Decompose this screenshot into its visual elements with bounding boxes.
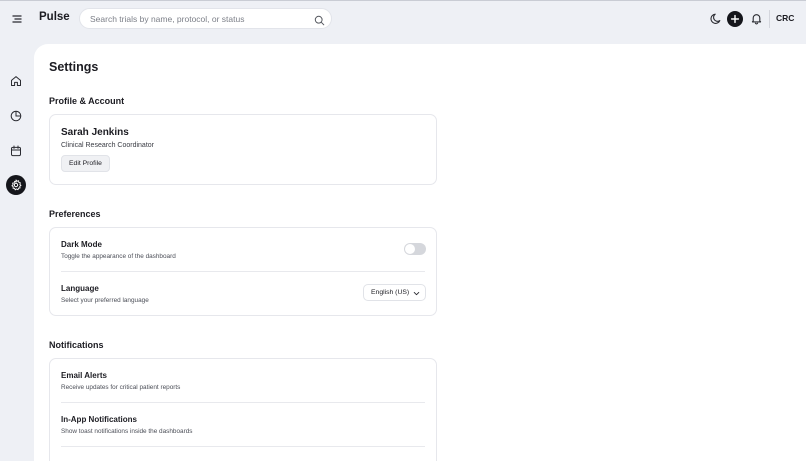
nav-item-calendar[interactable] — [6, 141, 26, 161]
in-app-notifications-description: Show toast notifications inside the dash… — [61, 428, 193, 435]
dark-mode-toggle[interactable] — [404, 243, 426, 255]
email-alerts-description: Receive updates for critical patient rep… — [61, 384, 181, 391]
profile-name: Sarah Jenkins — [61, 127, 129, 138]
language-title: Language — [61, 284, 99, 293]
section-title-profile: Profile & Account — [49, 96, 125, 106]
row-divider — [61, 402, 425, 403]
language-description: Select your preferred language — [61, 297, 149, 304]
section-title-preferences: Preferences — [49, 209, 101, 219]
plus-icon — [730, 14, 740, 24]
in-app-notifications-title: In-App Notifications — [61, 415, 137, 424]
calendar-icon — [11, 145, 21, 157]
search-input[interactable] — [90, 12, 310, 26]
row-divider — [61, 271, 425, 272]
nav-item-home[interactable] — [6, 71, 26, 91]
page-title: Settings — [49, 60, 99, 74]
bell-icon[interactable] — [750, 12, 763, 25]
profile-role: Clinical Research Coordinator — [61, 142, 154, 149]
home-icon — [11, 76, 21, 86]
gear-icon — [11, 179, 22, 191]
profile-card: Sarah Jenkins Clinical Research Coordina… — [49, 114, 437, 185]
notifications-card: Email Alerts Receive updates for critica… — [49, 358, 437, 461]
search-icon[interactable] — [314, 13, 325, 26]
dark-mode-title: Dark Mode — [61, 240, 102, 249]
moon-icon[interactable] — [710, 12, 723, 25]
language-select[interactable]: English (US) — [363, 284, 426, 301]
language-select-value: English (US) — [371, 289, 410, 296]
settings-panel: Settings Profile & Account Sarah Jenkins… — [34, 44, 806, 461]
chevron-down-icon — [413, 291, 420, 296]
user-role-label[interactable]: CRC — [776, 13, 794, 23]
edit-profile-button[interactable]: Edit Profile — [61, 155, 110, 172]
nav-item-settings[interactable] — [6, 175, 26, 195]
section-title-notifications: Notifications — [49, 340, 104, 350]
header-divider — [769, 10, 770, 28]
nav-item-analytics[interactable] — [6, 106, 26, 126]
menu-icon[interactable] — [10, 12, 24, 26]
dark-mode-description: Toggle the appearance of the dashboard — [61, 253, 176, 260]
top-bar: Pulse Search trials by name, protocol, o… — [0, 1, 806, 37]
preferences-card: Dark Mode Toggle the appearance of the d… — [49, 227, 437, 316]
app-window: Pulse Search trials by name, protocol, o… — [0, 0, 806, 461]
toggle-knob — [405, 244, 415, 254]
email-alerts-title: Email Alerts — [61, 371, 107, 380]
pie-chart-icon — [10, 110, 22, 122]
add-button[interactable] — [727, 11, 743, 27]
app-brand[interactable]: Pulse — [39, 11, 70, 23]
search-bar[interactable] — [79, 8, 332, 29]
row-divider — [61, 446, 425, 447]
